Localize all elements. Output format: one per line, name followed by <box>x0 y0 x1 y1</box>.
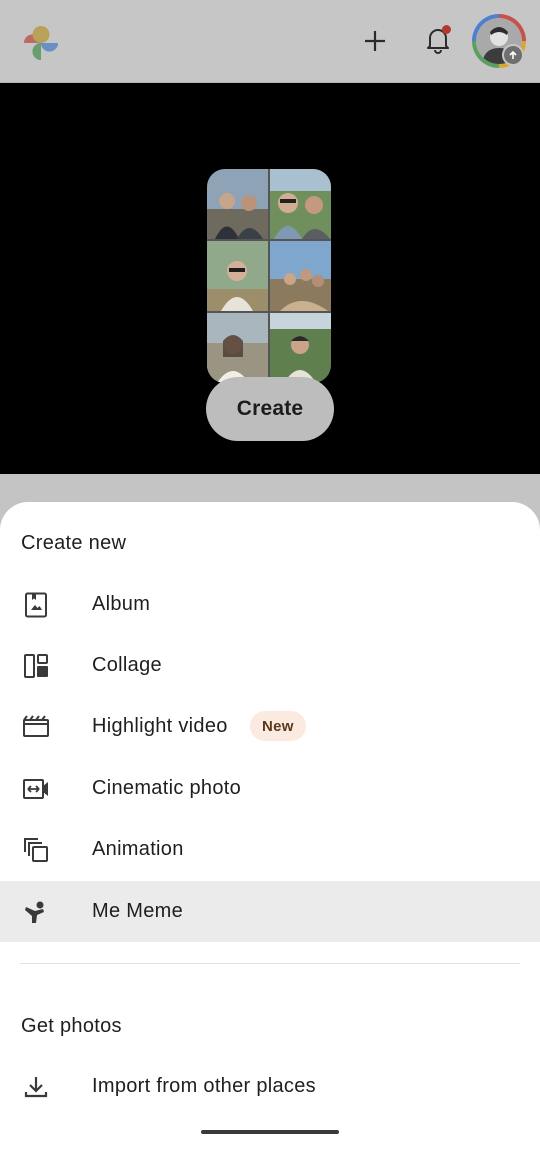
menu-item-label: Collage <box>92 654 162 676</box>
menu-item-highlight-video[interactable]: Highlight video New <box>0 696 540 757</box>
photo-tile <box>270 169 331 239</box>
photo-tile <box>207 241 268 311</box>
notifications-button[interactable] <box>418 20 458 60</box>
google-photos-logo-icon <box>20 22 62 64</box>
photo-tile <box>207 313 268 383</box>
backup-status-icon <box>502 44 524 66</box>
menu-item-label: Album <box>92 593 151 615</box>
highlight-video-icon <box>20 711 52 743</box>
menu-item-me-meme[interactable]: Me Meme <box>0 881 540 942</box>
album-icon <box>20 589 52 621</box>
menu-item-label: Import from other places <box>92 1075 316 1097</box>
notification-dot <box>442 25 451 34</box>
menu-item-cinematic-photo[interactable]: Cinematic photo <box>0 758 540 819</box>
create-button[interactable]: Create <box>206 377 334 441</box>
create-bottom-sheet: Create new Album Collage Highlight video… <box>0 502 540 1149</box>
photo-tile <box>207 169 268 239</box>
account-avatar[interactable] <box>472 14 526 68</box>
menu-item-collage[interactable]: Collage <box>0 635 540 696</box>
promo-banner: Create <box>0 83 540 474</box>
download-icon <box>20 1071 52 1103</box>
section-divider <box>20 963 520 964</box>
menu-item-label: Me Meme <box>92 900 184 922</box>
photo-tile <box>270 241 331 311</box>
menu-item-album[interactable]: Album <box>0 574 540 635</box>
menu-item-import[interactable]: Import from other places <box>0 1056 540 1117</box>
menu-item-label: Highlight video <box>92 715 228 737</box>
me-meme-icon <box>20 896 52 928</box>
cinematic-photo-icon <box>20 773 52 805</box>
collage-icon <box>20 650 52 682</box>
add-button[interactable] <box>356 22 394 60</box>
animation-icon <box>20 834 52 866</box>
menu-item-label: Animation <box>92 838 184 860</box>
section-title-get-photos: Get photos <box>21 1015 122 1037</box>
top-app-bar <box>0 0 540 83</box>
plus-icon <box>365 31 385 51</box>
new-badge: New <box>250 711 306 741</box>
collage-preview-image <box>207 169 331 383</box>
menu-item-label: Cinematic photo <box>92 777 242 799</box>
photo-tile <box>270 313 331 383</box>
section-title-create-new: Create new <box>21 532 127 554</box>
home-indicator-handle[interactable] <box>201 1130 339 1134</box>
menu-item-animation[interactable]: Animation <box>0 819 540 880</box>
